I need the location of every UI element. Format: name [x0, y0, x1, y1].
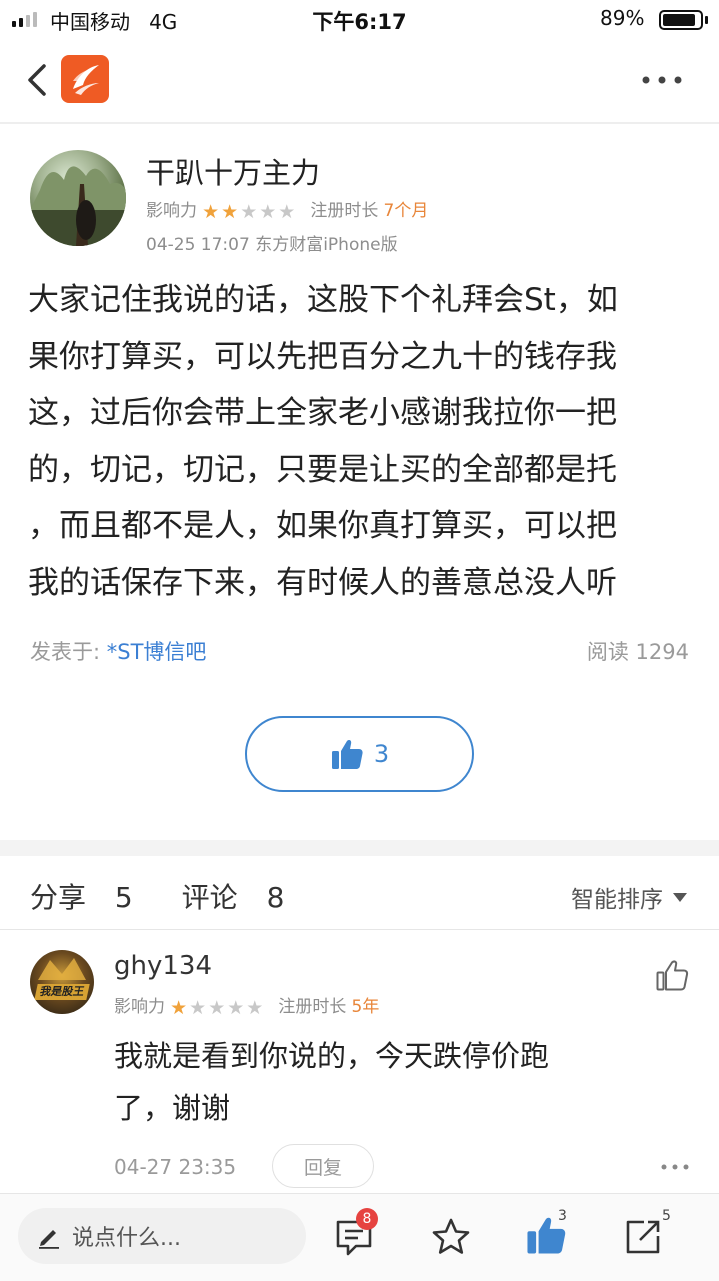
chevron-left-icon — [28, 64, 46, 96]
like-count: 3 — [373, 740, 390, 768]
thumbs-up-icon — [331, 740, 363, 769]
comment-body-line: 了，谢谢 — [114, 1091, 231, 1125]
post-body-line: 大家记住我说的话，这股下个礼拜会St，如 — [28, 282, 618, 318]
reg-value: 7个月 — [383, 201, 429, 221]
section-divider — [0, 840, 719, 856]
comment-more-button[interactable] — [660, 1158, 690, 1170]
share-count: 5 — [662, 1208, 671, 1224]
star-empty-icon: ★ — [259, 201, 277, 223]
comment-like-button[interactable] — [655, 958, 689, 992]
pencil-icon — [39, 1230, 59, 1249]
post-body-line: 的，切记，切记，只要是让买的全部都是托 — [28, 451, 617, 488]
author-meta: 影响力 ★ ★ ★ ★ ★ 注册时长 7个月 — [146, 196, 428, 222]
comment-count-badge: 8 — [356, 1208, 378, 1230]
sort-label: 智能排序 — [571, 887, 663, 913]
status-bar: 中国移动 4G 下午6:17 89% — [0, 0, 719, 40]
author-name[interactable]: 干趴十万主力 — [146, 150, 320, 192]
post-body-line: 果你打算买，可以先把百分之九十的钱存我 — [28, 338, 617, 375]
battery-icon — [659, 10, 703, 30]
back-button[interactable] — [24, 60, 54, 100]
comment-input[interactable]: 说点什么... — [18, 1208, 306, 1264]
nav-divider — [0, 122, 719, 124]
star-icon — [432, 1218, 470, 1254]
posted-in-label: 发表于: — [30, 640, 101, 664]
sort-dropdown[interactable]: 智能排序 — [571, 880, 687, 914]
eastmoney-logo-icon[interactable] — [61, 55, 109, 103]
star-empty-icon: ★ — [189, 997, 207, 1019]
star-empty-icon: ★ — [246, 997, 264, 1019]
comment-author[interactable]: ghy134 — [114, 951, 212, 981]
influence-label: 影响力 — [146, 201, 197, 221]
star-empty-icon: ★ — [208, 997, 226, 1019]
comment-avatar[interactable]: 我是股王 — [30, 950, 94, 1014]
forum-link[interactable]: *ST博信吧 — [107, 640, 207, 664]
read-value: 1294 — [635, 640, 689, 664]
author-avatar[interactable] — [30, 150, 126, 246]
thumbs-up-outline-icon — [656, 960, 689, 991]
share-button[interactable] — [622, 1216, 664, 1258]
tab-share[interactable]: 分享 5 — [30, 881, 153, 914]
read-label: 阅读 — [586, 640, 629, 664]
like-button[interactable]: 3 — [245, 716, 474, 792]
post-body-line: 我的话保存下来，有时候人的善意总没人听 — [28, 564, 617, 601]
battery-level-fill — [663, 14, 695, 26]
star-filled-icon: ★ — [202, 201, 220, 223]
favorite-button[interactable] — [430, 1216, 472, 1258]
tab-comments[interactable]: 评论 8 — [182, 881, 305, 914]
battery-cap — [705, 16, 708, 24]
more-dots-icon — [642, 76, 682, 84]
bottom-like-count: 3 — [558, 1208, 567, 1224]
more-button[interactable] — [640, 70, 684, 90]
influence-stars: ★ ★ ★ ★ ★ — [202, 203, 295, 222]
influence-stars: ★ ★ ★ ★ ★ — [170, 999, 263, 1018]
star-empty-icon: ★ — [227, 997, 245, 1019]
comment-meta: 影响力 ★ ★ ★ ★ ★ 注册时长 5年 — [114, 992, 379, 1018]
avatar-badge-text: 我是股王 — [34, 984, 90, 1000]
input-placeholder: 说点什么... — [72, 1226, 181, 1251]
caret-down-icon — [673, 892, 687, 902]
battery-percent: 89% — [600, 6, 645, 30]
read-count: 阅读 1294 — [587, 636, 689, 666]
reg-label: 注册时长 — [278, 997, 347, 1017]
comment-body-line: 我就是看到你说的，今天跌停价跑 — [114, 1039, 550, 1073]
tabs-divider — [0, 929, 719, 930]
post-timestamp: 04-25 17:07 东方财富iPhone版 — [146, 235, 398, 255]
comment-tabs: 分享 5 评论 8 — [30, 876, 324, 916]
influence-label: 影响力 — [114, 997, 165, 1017]
reg-label: 注册时长 — [310, 201, 379, 221]
comment-time: 04-27 23:35 — [114, 1155, 237, 1179]
more-dots-icon — [661, 1164, 689, 1170]
comment-body: 我就是看到你说的，今天跌停价跑 了，谢谢 — [114, 1030, 674, 1134]
posted-in: 发表于: *ST博信吧 — [30, 636, 206, 666]
star-empty-icon: ★ — [278, 201, 296, 223]
reg-value: 5年 — [351, 997, 380, 1017]
post-body: 大家记住我说的话，这股下个礼拜会St，如 果你打算买，可以先把百分之九十的钱存我这… — [28, 272, 698, 611]
star-empty-icon: ★ — [240, 201, 258, 223]
share-icon — [626, 1220, 660, 1254]
post-body-line: 这，过后你会带上全家老小感谢我拉你一把 — [28, 395, 617, 431]
star-filled-icon: ★ — [221, 201, 239, 223]
post-body-line: ，而且都不是人，如果你真打算买，可以把 — [28, 508, 617, 544]
star-filled-icon: ★ — [170, 997, 188, 1019]
reply-button[interactable]: 回复 — [272, 1144, 374, 1188]
